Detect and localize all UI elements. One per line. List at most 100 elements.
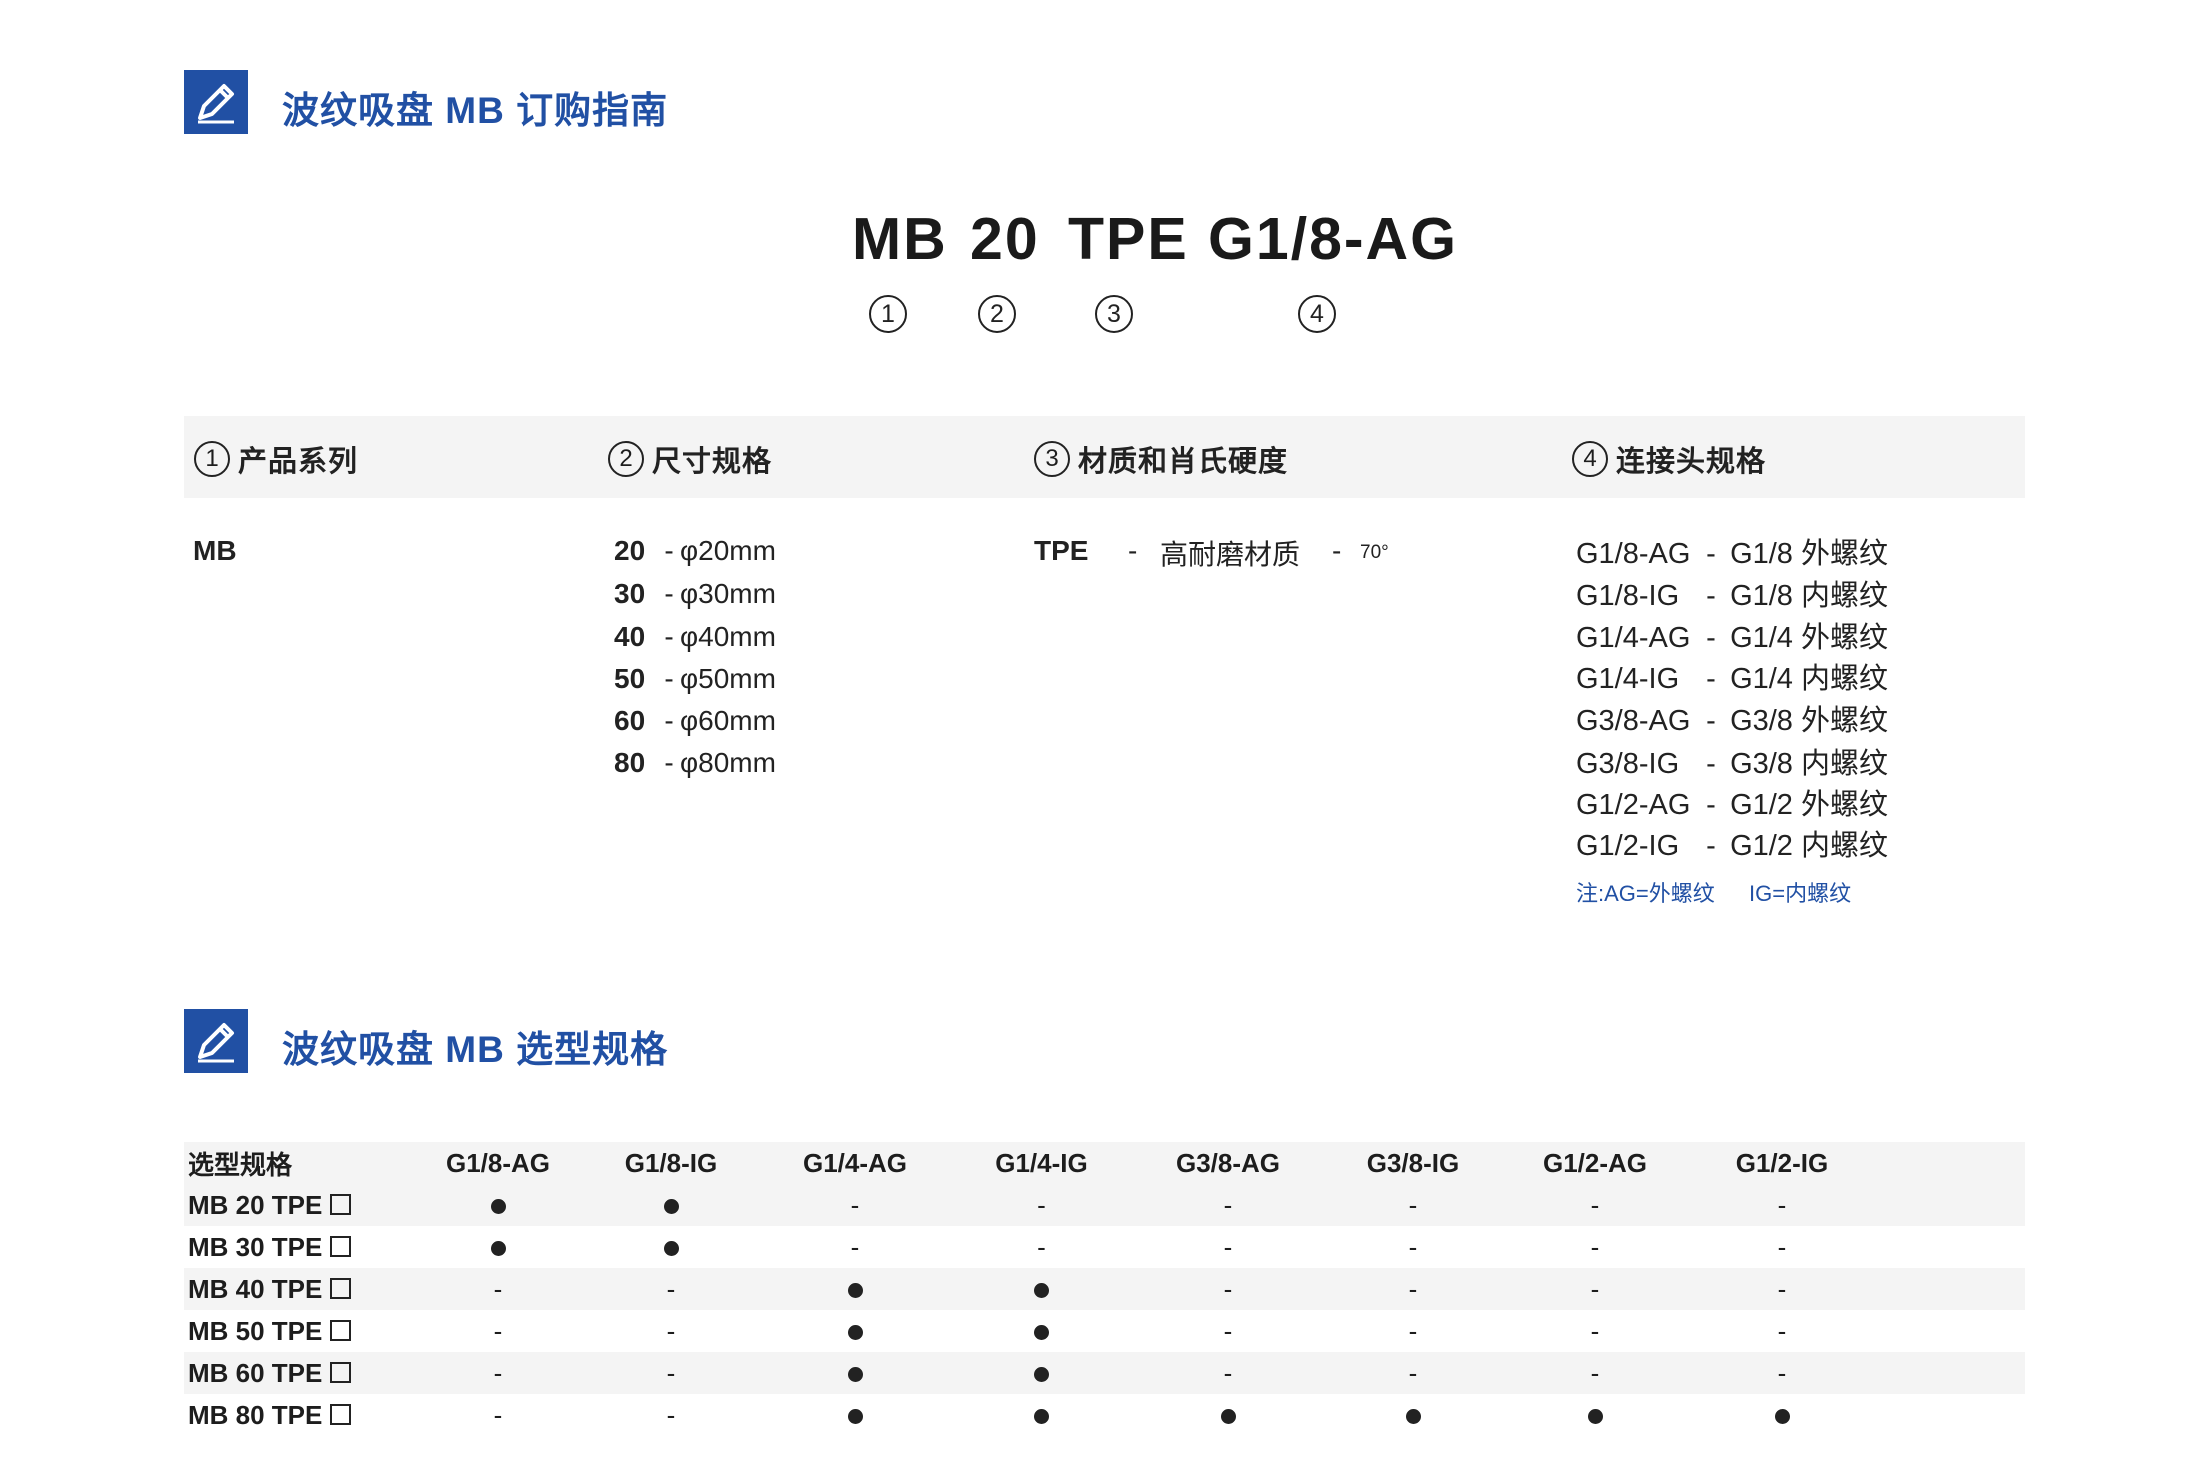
column-header: G1/2-IG [1735,1147,1829,1178]
row-spacer [1877,1310,2025,1352]
column-header: G3/8-IG [1366,1147,1460,1178]
connector-desc: G1/8 外螺纹 [1730,538,1888,570]
note-ag: 注:AG=外螺纹 [1576,881,1715,906]
header-label: 连接头规格 [1616,446,1767,478]
unavailable-dash: - [1590,1189,1600,1220]
unavailable-dash: - [1590,1231,1600,1262]
row-model: MB 40 TPE [184,1268,414,1310]
unavailable-dash: - [1223,1357,1233,1388]
size-item: 50- φ50mm [614,663,776,694]
available-dot-icon [1323,1394,1503,1436]
connector-code: G3/8-IG [1576,748,1680,780]
table-row: MB 30 TPE - - - - - - [184,1226,2025,1268]
header-marker: 2 [608,441,644,477]
unavailable-dash: - [666,1315,676,1346]
hardness-dash: - [1332,535,1342,566]
header-marker: 1 [194,441,230,477]
legend-header-material: 3 材质和肖氏硬度 [1034,441,1288,478]
selection-table: 选型规格 G1/8-AG G1/8-IG G1/4-AG G1/4-IG G3/… [184,1142,2025,1436]
dot-icon [847,1366,863,1382]
material-desc: 高耐磨材质 [1160,539,1301,570]
marker-1: 1 [869,295,907,333]
unavailable-dash: - [850,1231,860,1262]
thread-note: 注:AG=外螺纹 IG=内螺纹 [1576,876,1851,908]
section-title-ordering-guide: 波纹吸盘 MB 订购指南 [282,90,669,131]
dot-icon [1220,1408,1236,1424]
header-label: 尺寸规格 [652,446,773,478]
row-model: MB 80 TPE [184,1394,414,1436]
unavailable-dash: - [493,1399,503,1430]
checkbox-icon [330,1235,352,1257]
checkbox-icon [330,1277,352,1299]
model-code-material: TPE [1068,206,1189,272]
unavailable-dash: - [1777,1357,1787,1388]
dot-icon [847,1324,863,1340]
available-dot-icon [760,1310,950,1352]
unavailable-dash: - [1590,1273,1600,1304]
row-model-label: MB 30 TPE [188,1231,323,1262]
size-code: 20 [614,535,646,566]
material-dash: - [1128,535,1138,566]
dot-icon [1034,1408,1049,1424]
connector-item: G1/4-AG - G1/4 外螺纹 [1576,622,1888,654]
checkbox-icon [330,1319,352,1341]
available-dot-icon [760,1352,950,1394]
marker-4: 4 [1298,295,1336,333]
column-header: G1/4-AG [802,1147,908,1178]
dot-icon [1034,1324,1049,1340]
unavailable-dash: - [493,1273,503,1304]
material-hardness: 70° [1360,542,1389,563]
model-code-series: MB [852,206,948,272]
row-model-label: MB 20 TPE [188,1189,323,1220]
size-item: 60- φ60mm [614,705,776,736]
connector-item: G1/8-AG - G1/8 外螺纹 [1576,538,1888,570]
row-spacer [1877,1394,2025,1436]
legend-header-connector: 4 连接头规格 [1572,441,1767,478]
available-dot-icon [950,1394,1133,1436]
connector-desc: G1/2 内螺纹 [1730,830,1888,862]
size-code: 40 [614,621,646,652]
pencil-icon [184,1009,248,1073]
unavailable-dash: - [666,1357,676,1388]
connector-desc: G3/8 外螺纹 [1730,705,1888,737]
dot-icon [1587,1408,1603,1424]
unavailable-dash: - [1037,1231,1046,1262]
connector-desc: G1/4 内螺纹 [1730,663,1888,695]
available-dot-icon [414,1226,582,1268]
connector-desc: G1/2 外螺纹 [1730,789,1888,821]
unavailable-dash: - [850,1189,860,1220]
row-spacer [1877,1184,2025,1226]
size-code: 50 [614,663,646,694]
unavailable-dash: - [1223,1273,1233,1304]
size-code: 30 [614,578,646,609]
legend-header-size: 2 尺寸规格 [608,441,773,478]
unavailable-dash: - [666,1273,676,1304]
available-dot-icon [950,1352,1133,1394]
unavailable-dash: - [1777,1273,1787,1304]
unavailable-dash: - [1590,1315,1600,1346]
size-desc: φ50mm [680,663,776,694]
unavailable-dash: - [1777,1189,1787,1220]
row-model-label: MB 60 TPE [188,1357,323,1388]
row-model-label: MB 80 TPE [188,1399,323,1430]
connector-code: G1/4-AG [1576,622,1691,654]
row-spacer [1877,1268,2025,1310]
material-code: TPE [1034,535,1089,566]
note-ig: IG=内螺纹 [1749,881,1852,906]
table-row: MB 60 TPE - - - - - - [184,1352,2025,1394]
dot-icon [1034,1366,1049,1382]
connector-desc: G1/8 内螺纹 [1730,580,1888,612]
unavailable-dash: - [1223,1231,1233,1262]
size-code: 60 [614,705,646,736]
connector-desc: G1/4 外螺纹 [1730,622,1888,654]
available-dot-icon [760,1268,950,1310]
connector-code: G1/8-AG [1576,538,1691,570]
column-header: G1/8-IG [624,1147,718,1178]
unavailable-dash: - [1777,1315,1787,1346]
size-desc: φ20mm [680,535,776,566]
size-desc: φ60mm [680,705,776,736]
table-header-row: 选型规格 G1/8-AG G1/8-IG G1/4-AG G1/4-IG G3/… [184,1142,2025,1184]
connector-item: G1/2-IG - G1/2 内螺纹 [1576,830,1888,862]
series-value: MB [193,535,237,566]
connector-item: G1/4-IG - G1/4 内螺纹 [1576,663,1888,695]
